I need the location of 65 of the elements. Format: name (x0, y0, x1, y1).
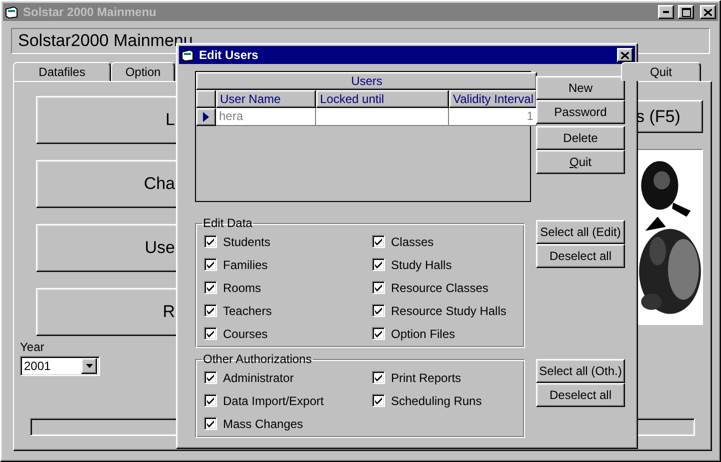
check-icon (206, 419, 215, 428)
check-icon (374, 373, 383, 382)
table-cell: hera (216, 108, 316, 126)
checkbox[interactable]: Data Import/Export (204, 389, 372, 412)
close-icon (621, 52, 629, 58)
deselect-all-button[interactable]: Deselect all (536, 244, 625, 268)
tab[interactable]: Quit (621, 62, 701, 81)
minimize-icon (663, 11, 669, 13)
window-icon (5, 6, 19, 18)
tab[interactable]: Datafiles (13, 62, 111, 81)
close-button[interactable] (700, 5, 716, 19)
checkbox[interactable]: Students (204, 230, 372, 253)
table-cell: 1 (449, 108, 538, 126)
checkbox[interactable]: Print Reports (372, 366, 518, 389)
year-label: Year (20, 340, 46, 354)
dropdown-arrow-icon (86, 364, 92, 368)
checkbox[interactable]: Mass Changes (204, 412, 372, 435)
dialog-button[interactable]: Password (536, 100, 625, 124)
deselect-all-button[interactable]: Deselect all (536, 383, 625, 407)
dialog-button[interactable]: Delete (536, 126, 625, 150)
check-icon (206, 260, 215, 269)
checkbox[interactable]: Families (204, 253, 372, 276)
checkbox[interactable]: Teachers (204, 299, 372, 322)
check-icon (374, 306, 383, 315)
check-icon (206, 283, 215, 292)
checkbox[interactable]: Study Halls (372, 253, 518, 276)
column-header[interactable]: Locked until (316, 90, 449, 108)
select-all-button[interactable]: Select all (Oth.) (536, 359, 625, 383)
minimize-button[interactable] (658, 5, 674, 19)
column-header[interactable]: Validity Interval (449, 90, 538, 108)
check-icon (206, 237, 215, 246)
checkbox[interactable]: Administrator (204, 366, 372, 389)
dialog-button[interactable]: Quit (536, 150, 625, 174)
check-icon (374, 283, 383, 292)
column-header[interactable]: User Name (216, 90, 316, 108)
check-icon (374, 329, 383, 338)
check-icon (206, 329, 215, 338)
grid-caption: Users (196, 72, 538, 90)
dialog-button[interactable]: New (536, 76, 625, 100)
check-icon (374, 396, 383, 405)
close-icon (704, 8, 712, 16)
checkbox[interactable]: Resource Classes (372, 276, 518, 299)
checkbox[interactable]: Option Files (372, 322, 518, 345)
checkbox[interactable]: Resource Study Halls (372, 299, 518, 322)
group-label: Other Authorizations (202, 352, 313, 366)
close-button[interactable] (617, 48, 633, 62)
tab[interactable]: Option (111, 62, 175, 81)
checkbox[interactable]: Scheduling Runs (372, 389, 518, 412)
maximize-button[interactable] (678, 5, 694, 19)
check-icon (374, 260, 383, 269)
check-icon (374, 237, 383, 246)
group-label: Edit Data (202, 216, 254, 230)
maximize-icon (682, 8, 690, 16)
check-icon (206, 373, 215, 382)
check-icon (206, 396, 215, 405)
checkbox[interactable]: Rooms (204, 276, 372, 299)
year-dropdown[interactable]: 2001 (20, 356, 100, 376)
window-title: Solstar 2000 Mainmenu (23, 5, 158, 19)
checkbox[interactable]: Courses (204, 322, 372, 345)
window-icon (181, 48, 195, 62)
check-icon (206, 306, 215, 315)
current-row-icon (203, 112, 209, 122)
checkbox[interactable]: Classes (372, 230, 518, 253)
row-selector[interactable] (196, 108, 216, 126)
select-all-button[interactable]: Select all (Edit) (536, 220, 625, 244)
